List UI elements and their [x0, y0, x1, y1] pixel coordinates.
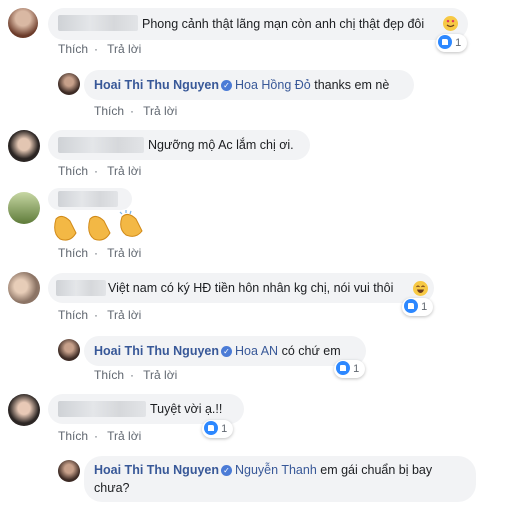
like-icon — [204, 421, 218, 436]
like-action[interactable]: Thích — [58, 246, 88, 260]
comment-actions: Thích · Trả lời — [58, 164, 142, 178]
author-name[interactable]: Hoai Thi Thu Nguyen — [94, 344, 219, 358]
clap-emoji-icon — [54, 215, 77, 241]
comment-actions: Thích · Trả lời — [58, 308, 142, 322]
like-icon — [404, 299, 418, 314]
blurred-author-name — [58, 401, 146, 417]
author-name[interactable]: Hoai Thi Thu Nguyen — [94, 78, 219, 92]
mention-tag[interactable]: Hoa Hồng Đỏ — [235, 78, 311, 92]
avatar[interactable] — [8, 192, 40, 224]
reply-action[interactable]: Trả lời — [143, 104, 177, 118]
like-action[interactable]: Thích — [58, 429, 88, 443]
comment-bubble — [48, 188, 132, 210]
like-action[interactable]: Thích — [58, 42, 88, 56]
comment-actions: Thích · Trả lời — [58, 246, 142, 260]
like-icon — [438, 35, 452, 50]
comment-text: Ngưỡng mộ Ac lắm chị ơi. — [148, 138, 294, 152]
comment-text: Phong cảnh thật lãng mạn còn anh chị thậ… — [142, 17, 425, 31]
like-action[interactable]: Thích — [94, 104, 124, 118]
reply-bubble: Hoai Thi Thu Nguyen ✓ Hoa AN có chứ em — [84, 336, 366, 366]
mention-tag[interactable]: Nguyễn Thanh — [235, 463, 317, 477]
comment-text: Tuyệt vời ạ.!! — [150, 402, 223, 416]
reply-action[interactable]: Trả lời — [107, 308, 141, 322]
reply-action[interactable]: Trả lời — [107, 429, 141, 443]
blurred-author-name — [56, 280, 106, 296]
reaction-count[interactable]: 1 — [436, 34, 468, 52]
clap-emoji-icon — [119, 210, 143, 237]
blurred-author-name — [58, 15, 138, 31]
comment-bubble: Phong cảnh thật lãng mạn còn anh chị thậ… — [48, 8, 468, 40]
reply-action[interactable]: Trả lời — [107, 246, 141, 260]
laugh-emoji-icon — [413, 281, 428, 296]
clap-emoji-icon — [88, 215, 111, 241]
comment-actions: Thích · Trả lời — [94, 368, 178, 382]
heart-eyes-emoji-icon — [443, 16, 458, 31]
verified-icon: ✓ — [221, 346, 232, 358]
comment-text: có chứ em — [278, 344, 341, 358]
reaction-count[interactable]: 1 — [402, 298, 434, 316]
avatar[interactable] — [58, 460, 80, 482]
like-icon — [336, 361, 350, 376]
comment-bubble: Ngưỡng mộ Ac lắm chị ơi. — [48, 130, 310, 160]
comment-text: em gái chuẩn bị bay — [316, 463, 433, 477]
mention-tag[interactable]: Hoa AN — [235, 344, 278, 358]
reply-bubble: Hoai Thi Thu Nguyen ✓ Nguyễn Thanh em gái … — [84, 456, 476, 502]
reply-bubble: Hoai Thi Thu Nguyen ✓ Hoa Hồng Đỏ thanks e… — [84, 70, 414, 100]
like-action[interactable]: Thích — [58, 164, 88, 178]
comment-text-line2: chưa? — [94, 481, 130, 495]
like-action[interactable]: Thích — [94, 368, 124, 382]
comment-text: Việt nam có ký HĐ tiền hôn nhân kg chị, … — [108, 281, 394, 295]
author-name[interactable]: Hoai Thi Thu Nguyen — [94, 463, 219, 477]
avatar[interactable] — [8, 394, 40, 426]
avatar[interactable] — [8, 272, 40, 304]
reply-action[interactable]: Trả lời — [143, 368, 177, 382]
blurred-author-name — [58, 191, 118, 207]
avatar[interactable] — [58, 73, 80, 95]
comment-actions: Thích · Trả lời — [94, 104, 178, 118]
comment-actions: Thích · Trả lời — [58, 429, 142, 443]
reaction-count[interactable]: 1 — [202, 420, 234, 438]
comment-text: thanks em nè — [310, 78, 390, 92]
comment-actions: Thích · Trả lời — [58, 42, 142, 56]
avatar[interactable] — [58, 339, 80, 361]
reply-action[interactable]: Trả lời — [107, 42, 141, 56]
reaction-count[interactable]: 1 — [334, 360, 366, 378]
reply-action[interactable]: Trả lời — [107, 164, 141, 178]
verified-icon: ✓ — [221, 465, 232, 477]
blurred-author-name — [58, 137, 144, 153]
comment-bubble: Việt nam có ký HĐ tiền hôn nhân kg chị, … — [48, 273, 434, 303]
avatar[interactable] — [8, 8, 38, 38]
avatar[interactable] — [8, 130, 40, 162]
verified-icon: ✓ — [221, 80, 232, 92]
like-action[interactable]: Thích — [58, 308, 88, 322]
